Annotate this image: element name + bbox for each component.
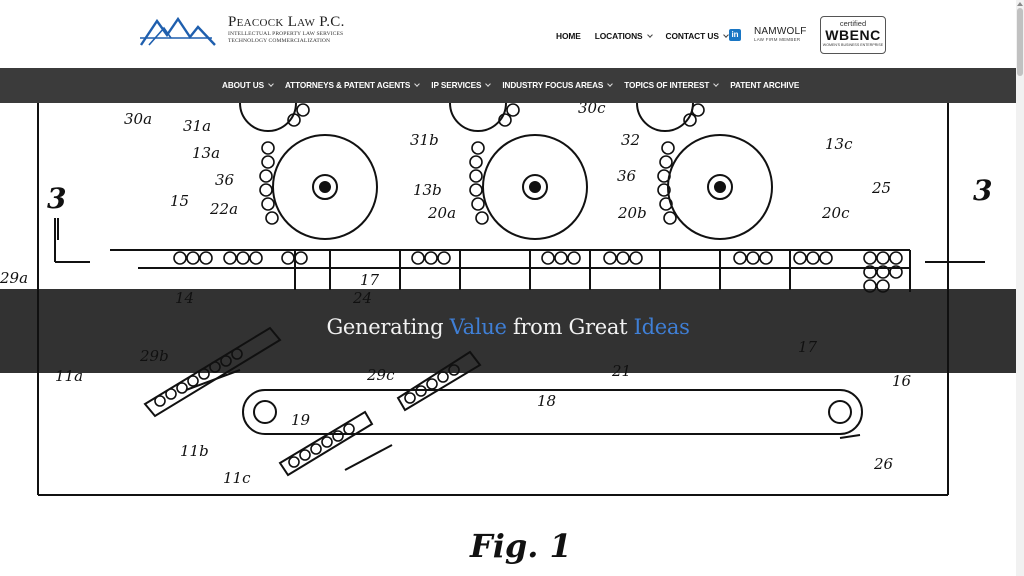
ref-label: 3 bbox=[47, 182, 66, 215]
mountain-peaks-logo-icon bbox=[140, 16, 216, 46]
top-nav-locations[interactable]: LOCATIONS bbox=[594, 31, 653, 41]
chevron-down-icon bbox=[485, 81, 492, 87]
main-nav-label: IP SERVICES bbox=[431, 81, 482, 90]
main-nav: ABOUT US ATTORNEYS & PATENT AGENTS IP SE… bbox=[0, 68, 1016, 103]
chevron-down-icon bbox=[268, 81, 274, 87]
logo-text: Peacock Law P.C. Intellectual Property L… bbox=[228, 14, 352, 44]
main-nav-label: PATENT ARCHIVE bbox=[730, 81, 800, 90]
wbenc-badge[interactable]: certified WBENC WOMEN'S BUSINESS ENTERPR… bbox=[820, 16, 886, 54]
chevron-down-icon bbox=[722, 31, 729, 38]
figure-label: Fig. 1 bbox=[469, 527, 572, 565]
tagline-text: from Great bbox=[506, 315, 634, 339]
tagline-highlight: Value bbox=[449, 315, 507, 339]
ref-label: 31a bbox=[183, 117, 211, 135]
main-nav-about-us[interactable]: ABOUT US bbox=[222, 81, 274, 90]
top-nav-home[interactable]: HOME bbox=[556, 31, 581, 41]
ref-label: 20c bbox=[821, 204, 850, 222]
ref-label: 31b bbox=[410, 131, 439, 149]
ref-label: 19 bbox=[291, 411, 311, 429]
ref-label: 26 bbox=[873, 455, 894, 473]
tagline-highlight: Ideas bbox=[633, 315, 690, 339]
tagline-text: Generating bbox=[326, 315, 450, 339]
main-nav-label: INDUSTRY FOCUS AREAS bbox=[502, 81, 604, 90]
ref-label: 3 bbox=[973, 174, 992, 207]
top-nav-contact-us[interactable]: CONTACT US bbox=[665, 31, 729, 41]
ref-label: 32 bbox=[621, 131, 640, 149]
main-nav-industry-focus[interactable]: INDUSTRY FOCUS AREAS bbox=[502, 81, 614, 90]
ref-label: 15 bbox=[170, 192, 189, 210]
top-nav-home-label: HOME bbox=[556, 31, 581, 41]
scroll-up-arrow-icon[interactable] bbox=[1017, 2, 1023, 6]
ref-label: 30a bbox=[124, 110, 152, 128]
namwolf-badge[interactable]: NAMWOLF LAW FIRM MEMBER bbox=[754, 27, 808, 45]
scrollbar-thumb[interactable] bbox=[1017, 8, 1023, 76]
ref-label: 20a bbox=[427, 204, 456, 222]
hero-banner: 30a 31a 13a 36 15 22a 3 29a 14 17 24 11a… bbox=[0, 103, 1016, 576]
tagline-band: Generating Value from Great Ideas bbox=[0, 289, 1016, 373]
main-nav-ip-services[interactable]: IP SERVICES bbox=[431, 81, 492, 90]
namwolf-title: NAMWOLF bbox=[754, 26, 807, 37]
firm-tagline-1: Intellectual Property Law Services bbox=[228, 31, 344, 37]
ref-label: 25 bbox=[871, 179, 891, 197]
chevron-down-icon bbox=[607, 81, 614, 87]
ref-label: 18 bbox=[537, 392, 556, 410]
ref-label: 17 bbox=[360, 271, 380, 289]
page-scrollbar[interactable] bbox=[1016, 0, 1024, 576]
firm-tagline-2: Technology Commercialization bbox=[228, 37, 331, 44]
firm-name: Peacock Law P.C. bbox=[228, 14, 345, 30]
ref-label: 13b bbox=[413, 181, 442, 199]
chevron-down-icon bbox=[646, 31, 653, 38]
ref-label: 36 bbox=[617, 167, 637, 185]
site-header: Peacock Law P.C. Intellectual Property L… bbox=[0, 0, 1016, 68]
chevron-down-icon bbox=[414, 81, 421, 87]
ref-label: 13a bbox=[192, 144, 220, 162]
main-nav-label: TOPICS OF INTEREST bbox=[624, 81, 710, 90]
namwolf-subtitle: LAW FIRM MEMBER bbox=[754, 37, 801, 42]
ref-label: 13c bbox=[825, 135, 853, 153]
ref-label: 22a bbox=[209, 200, 238, 218]
main-nav-attorneys[interactable]: ATTORNEYS & PATENT AGENTS bbox=[284, 81, 421, 90]
top-nav-contact-label: CONTACT US bbox=[665, 31, 719, 41]
top-nav: HOME LOCATIONS CONTACT US bbox=[556, 29, 742, 43]
wbenc-name: WBENC bbox=[825, 27, 881, 43]
logo-link[interactable]: Peacock Law P.C. Intellectual Property L… bbox=[140, 14, 352, 48]
main-nav-topics-of-interest[interactable]: TOPICS OF INTEREST bbox=[624, 81, 720, 90]
hero-tagline: Generating Value from Great Ideas bbox=[0, 315, 1016, 339]
ref-label: 16 bbox=[892, 372, 912, 390]
linkedin-icon[interactable]: in bbox=[729, 29, 741, 41]
ref-label: 36 bbox=[215, 171, 235, 189]
main-nav-label: ATTORNEYS & PATENT AGENTS bbox=[284, 81, 411, 90]
top-nav-locations-label: LOCATIONS bbox=[594, 31, 643, 41]
ref-label: 30c bbox=[578, 103, 606, 117]
wbenc-subtitle: WOMEN'S BUSINESS ENTERPRISE bbox=[822, 43, 884, 47]
main-nav-patent-archive[interactable]: PATENT ARCHIVE bbox=[730, 81, 799, 90]
main-nav-label: ABOUT US bbox=[222, 81, 264, 90]
ref-label: 11c bbox=[223, 469, 251, 487]
ref-label: 29a bbox=[0, 269, 28, 287]
chevron-down-icon bbox=[713, 81, 720, 87]
ref-label: 11b bbox=[180, 442, 209, 460]
ref-label: 20b bbox=[617, 204, 647, 222]
